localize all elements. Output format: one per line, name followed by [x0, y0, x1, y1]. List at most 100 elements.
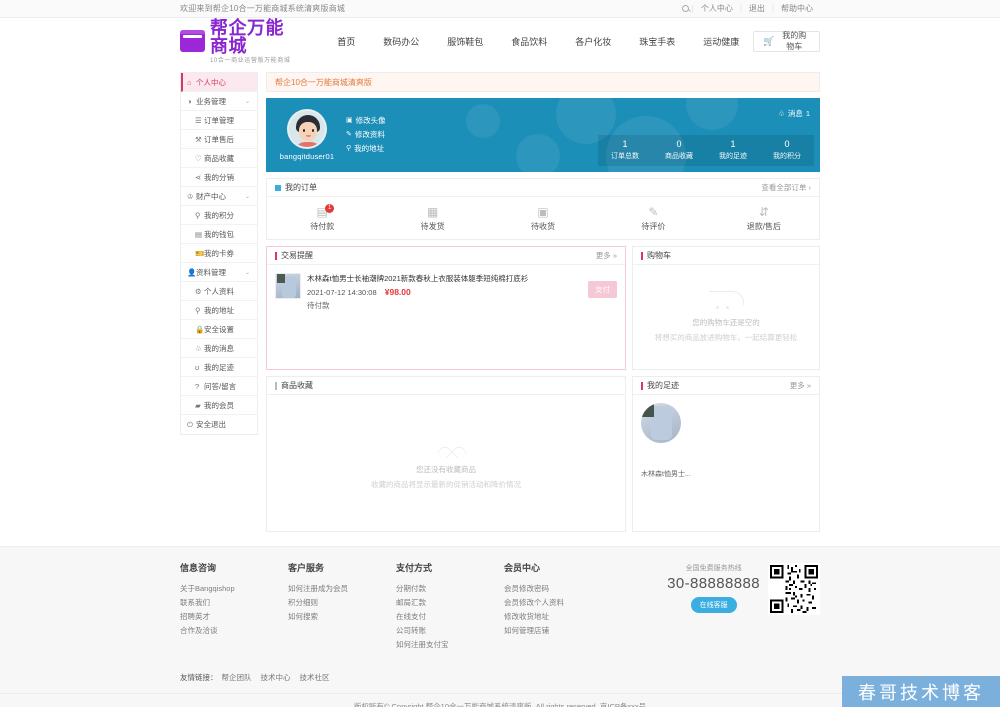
footer-link[interactable]: 修改收货地址: [504, 610, 612, 624]
stat-footprints[interactable]: 1 我的足迹: [706, 135, 760, 166]
nav-item-apparel[interactable]: 服饰鞋包: [433, 35, 497, 48]
footprint-item[interactable]: 木林森t恤男士...: [641, 403, 691, 479]
avatar-eye: [312, 129, 314, 132]
sidebar-item-personal-profile[interactable]: ⚙ 个人资料: [181, 282, 257, 301]
my-cart-button[interactable]: 🛒 我的购物车: [753, 30, 820, 52]
my-orders-header: 我的订单 查看全部订单 ›: [267, 179, 819, 197]
friend-link[interactable]: 帮企团队: [222, 672, 252, 683]
footer-link[interactable]: 联系我们: [180, 596, 288, 610]
footer-column-payment: 支付方式 分期付款 邮局汇款 在线支付 公司转账 如何注册支付宝: [396, 561, 504, 652]
sidebar-item-business-management[interactable]: ◑ 业务管理 ⌄: [181, 92, 257, 111]
order-tab-unpaid[interactable]: ▤ 1 待付款: [267, 203, 377, 232]
footer-link[interactable]: 公司转账: [396, 624, 504, 638]
footer-link[interactable]: 合作及洽谈: [180, 624, 288, 638]
order-tab-unreviewed[interactable]: ✎ 待评价: [598, 205, 708, 232]
nav-item-sports[interactable]: 运动健康: [689, 35, 753, 48]
top-link-help[interactable]: 帮助中心: [774, 3, 820, 14]
product-name: 木林森t恤男士...: [641, 471, 691, 478]
order-tab-refund[interactable]: ⇵ 退款/售后: [709, 205, 819, 232]
stat-total-orders[interactable]: 1 订单总数: [598, 135, 652, 166]
sidebar-item-after-sales[interactable]: ⚒ 订单售后: [181, 130, 257, 149]
avatar-eye: [303, 129, 305, 132]
view-all-orders-link[interactable]: 查看全部订单 ›: [761, 182, 811, 193]
trade-reminder-panel: 交易提醒 更多 » 木林森t恤男士长袖潮牌2021新款春秋上衣服装体躯季短纯棉打…: [266, 246, 626, 370]
sidebar-item-favorites[interactable]: ♡ 商品收藏: [181, 149, 257, 168]
site-logo[interactable]: 帮企万能商城 10合一商业运营版万能商城: [180, 19, 299, 64]
change-avatar-link[interactable]: ▣ 修改头像: [346, 114, 386, 127]
welcome-text: 欢迎来到帮企10合一万能商城系统清爽版商城: [180, 4, 346, 13]
sidebar-item-footprints[interactable]: ʊ 我的足迹: [181, 358, 257, 377]
sidebar-item-order-management[interactable]: ☰ 订单管理: [181, 111, 257, 130]
sidebar-item-my-address[interactable]: ⚲ 我的地址: [181, 301, 257, 320]
footprints-more-link[interactable]: 更多 »: [790, 380, 811, 391]
sidebar-item-points[interactable]: ⚲ 我的积分: [181, 206, 257, 225]
link-label: 我的地址: [354, 144, 385, 153]
sidebar: ⌂ 个人中心 ◑ 业务管理 ⌄ ☰ 订单管理 ⚒ 订单售后 ♡ 商品收藏 ⋖ 我…: [180, 72, 258, 435]
stat-favorites[interactable]: 0 商品收藏: [652, 135, 706, 166]
product-thumbnail[interactable]: [641, 403, 681, 443]
avatar[interactable]: [287, 109, 327, 149]
order-tab-unreceived[interactable]: ▣ 待收货: [488, 205, 598, 232]
order-tab-unshipped[interactable]: ▦ 待发货: [377, 205, 487, 232]
product-name[interactable]: 木林森t恤男士长袖潮牌2021新款春秋上衣服装体躯季短纯棉打底衫: [307, 273, 582, 284]
footer-link[interactable]: 如何搜索: [288, 610, 396, 624]
friend-link[interactable]: 技术中心: [261, 672, 291, 683]
footer-contact: 全国免费服务热线 30-88888888 在线客服: [667, 561, 820, 652]
stat-label: 商品收藏: [665, 153, 693, 160]
sidebar-item-profile-management[interactable]: 👤 资料管理 ⌄: [181, 263, 257, 282]
footer-column-service: 客户服务 如何注册成为会员 积分细则 如何搜索: [288, 561, 396, 652]
my-address-link[interactable]: ⚲ 我的地址: [346, 142, 386, 155]
chevron-down-icon: ⌄: [244, 269, 250, 276]
online-service-button[interactable]: 在线客服: [690, 597, 737, 613]
trade-more-link[interactable]: 更多 »: [596, 250, 617, 261]
nav-item-cosmetics[interactable]: 各户化妆: [561, 35, 625, 48]
nav-item-digital[interactable]: 数码办公: [369, 35, 433, 48]
nav-item-jewelry[interactable]: 珠宝手表: [625, 35, 689, 48]
sidebar-item-membership[interactable]: ▰ 我的会员: [181, 396, 257, 415]
nav-item-home[interactable]: 首页: [323, 35, 369, 48]
footer-link[interactable]: 积分细则: [288, 596, 396, 610]
footer-link[interactable]: 会员修改个人资料: [504, 596, 612, 610]
friend-link[interactable]: 技术社区: [300, 672, 330, 683]
sidebar-item-distribution[interactable]: ⋖ 我的分销: [181, 168, 257, 187]
power-icon: ⏻: [187, 419, 193, 429]
page-root: 欢迎来到帮企10合一万能商城系统清爽版商城 | 个人中心 | 退出 | 帮助中心…: [0, 0, 1000, 707]
footer-link[interactable]: 在线支付: [396, 610, 504, 624]
favorites-empty-state: 您还没有收藏商品 收藏的商品将显示最新的促销活动和降价情况: [267, 395, 625, 531]
footer-link[interactable]: 如何管理店铺: [504, 624, 612, 638]
stat-points[interactable]: 0 我的积分: [760, 135, 814, 166]
site-footer: 信息咨询 关于Bangqishop 联系我们 招聘英才 合作及洽谈 客户服务 如…: [0, 546, 1000, 662]
sidebar-item-logout[interactable]: ⏻ 安全退出: [181, 415, 257, 434]
cart-label: 我的购物车: [782, 31, 807, 51]
sidebar-item-messages[interactable]: ♧ 我的消息: [181, 339, 257, 358]
sidebar-item-label: 订单管理: [204, 115, 234, 125]
sidebar-item-coupons[interactable]: 🎫 我的卡券: [181, 244, 257, 263]
sidebar-item-security-settings[interactable]: 🔒 安全设置: [181, 320, 257, 339]
sidebar-item-personal-center[interactable]: ⌂ 个人中心: [181, 73, 257, 92]
search-icon[interactable]: [681, 5, 689, 12]
footer-link[interactable]: 关于Bangqishop: [180, 582, 288, 596]
nav-item-food[interactable]: 食品饮料: [497, 35, 561, 48]
footer-link[interactable]: 邮局汇款: [396, 596, 504, 610]
footer-link[interactable]: 如何注册支付宝: [396, 638, 504, 652]
trade-body: 木林森t恤男士长袖潮牌2021新款春秋上衣服装体躯季短纯棉打底衫 2021-07…: [267, 265, 625, 369]
footer-link[interactable]: 招聘英才: [180, 610, 288, 624]
order-time: 2021-07-12 14:30:08: [307, 288, 377, 297]
top-link-personal[interactable]: 个人中心: [694, 3, 740, 14]
footer-link[interactable]: 会员修改密码: [504, 582, 612, 596]
footer-link[interactable]: 分期付款: [396, 582, 504, 596]
shop-icon: [180, 30, 205, 52]
row-trade-cart: 交易提醒 更多 » 木林森t恤男士长袖潮牌2021新款春秋上衣服装体躯季短纯棉打…: [266, 246, 820, 370]
pay-button[interactable]: 支付: [588, 281, 617, 298]
copyright-text: 版权所有© Copyright 帮企10合一万能商城系统清爽版. All rig…: [353, 702, 647, 707]
sidebar-item-qa[interactable]: ? 问答/留言: [181, 377, 257, 396]
product-thumbnail[interactable]: [275, 273, 301, 299]
footer-link[interactable]: 如何注册成为会员: [288, 582, 396, 596]
edit-profile-link[interactable]: ✎ 修改资料: [346, 128, 386, 141]
message-indicator[interactable]: ♧ 消息 1: [778, 108, 810, 119]
sidebar-item-property-center[interactable]: ♔ 财产中心 ⌄: [181, 187, 257, 206]
top-link-logout[interactable]: 退出: [742, 3, 772, 14]
trade-item[interactable]: 木林森t恤男士长袖潮牌2021新款春秋上衣服装体躯季短纯棉打底衫 2021-07…: [275, 273, 617, 311]
sidebar-item-label: 我的分销: [204, 172, 234, 182]
sidebar-item-wallet[interactable]: ▤ 我的钱包: [181, 225, 257, 244]
